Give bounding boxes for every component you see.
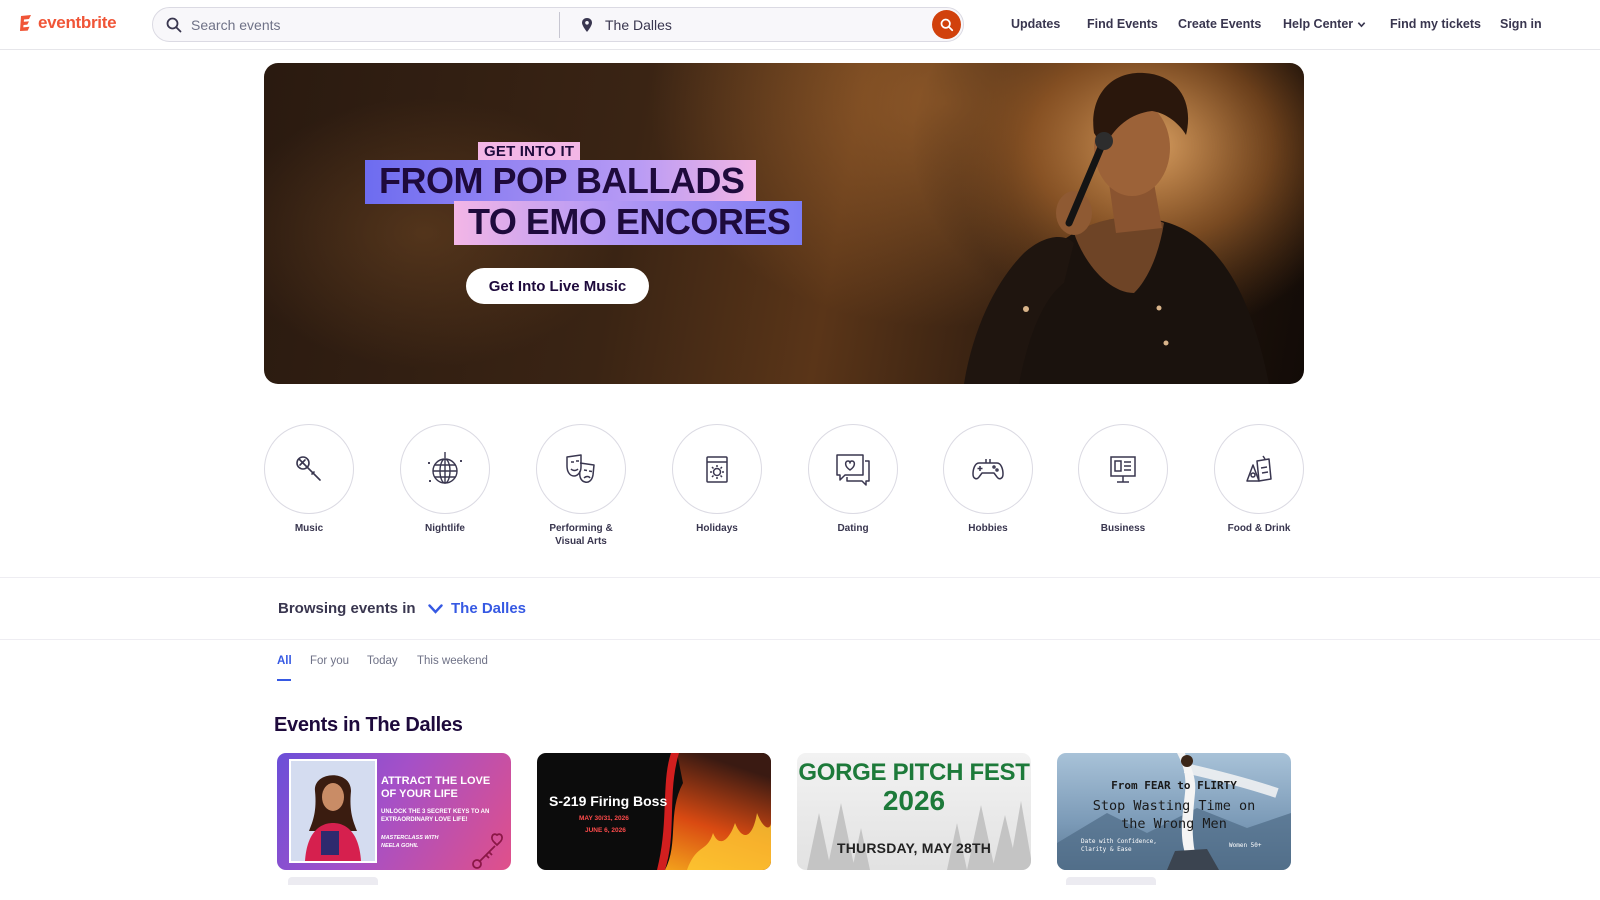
presentation-board-icon [1110, 456, 1136, 483]
location-input[interactable] [605, 16, 905, 34]
category-label: Holidays [696, 523, 738, 534]
category-performing-visual-arts[interactable]: Performing & Visual Arts [536, 424, 626, 548]
category-nightlife-circle [400, 424, 490, 514]
event-card-photo [289, 759, 377, 863]
event-card-gorge-pitch-fest[interactable]: GORGE PITCH FEST 2026 THURSDAY, MAY 28TH [797, 753, 1031, 870]
event-card-tag-stub [288, 877, 378, 885]
chevron-down-icon [1357, 22, 1366, 28]
singer-photo [904, 63, 1304, 384]
browsing-label: Browsing events in [278, 600, 416, 617]
event-card-tag-stub [1066, 877, 1156, 885]
category-dating[interactable]: Dating [808, 424, 898, 535]
event-card-subtitle: UNLOCK THE 3 SECRET KEYS TO AN EXTRAORDI… [381, 809, 490, 823]
events-section-title: Events in The Dalles [274, 714, 463, 736]
category-business-circle [1078, 424, 1168, 514]
search-bar [152, 7, 964, 42]
drinks-icon [1246, 455, 1272, 482]
event-card-headline: Stop Wasting Time on [1092, 798, 1256, 814]
event-card-title: ATTRACT THE LOVE OF YOUR LIFE [381, 775, 491, 800]
theater-masks-icon [566, 454, 595, 483]
category-holidays-circle [672, 424, 762, 514]
event-card-love-masterclass[interactable]: ATTRACT THE LOVE OF YOUR LIFE UNLOCK THE… [277, 753, 511, 870]
location-pin-icon [582, 18, 592, 32]
category-food-drink[interactable]: Food & Drink [1214, 424, 1304, 535]
hero-headline-line2: TO EMO ENCORES [454, 201, 803, 245]
event-card-date: JUNE 6, 2026 [585, 827, 626, 834]
category-label: Performing & Visual Arts [549, 523, 613, 547]
chevron-down-icon [428, 603, 443, 614]
category-label: Business [1100, 523, 1146, 534]
nav-help-center-label: Help Center [1283, 17, 1354, 31]
search-button[interactable] [932, 10, 961, 39]
event-card-audience: Women 50+ [1229, 842, 1262, 849]
tab-all[interactable]: All [277, 655, 292, 667]
eventbrite-logo-icon [20, 15, 31, 31]
category-music-circle [264, 424, 354, 514]
nav-find-events[interactable]: Find Events [1087, 17, 1158, 31]
top-header: eventbrite Updates Find Events Create Ev… [0, 0, 1600, 50]
category-holidays[interactable]: Holidays [672, 424, 762, 535]
search-icon [166, 17, 182, 33]
category-hobbies[interactable]: Hobbies [943, 424, 1033, 535]
search-icon [940, 18, 953, 31]
speaker-photo [291, 761, 375, 861]
category-business[interactable]: Business [1078, 424, 1168, 535]
event-card-title: S-219 Firing Boss [549, 793, 668, 809]
get-into-live-music-button[interactable]: Get Into Live Music [466, 268, 649, 304]
tab-today[interactable]: Today [367, 655, 398, 667]
category-music[interactable]: Music [264, 424, 354, 535]
event-card-fear-to-flirty[interactable]: From FEAR to FLIRTY Stop Wasting Time on… [1057, 753, 1291, 870]
eventbrite-logo[interactable]: eventbrite [18, 13, 117, 33]
category-label: Music [294, 523, 324, 534]
section-divider [0, 639, 1600, 640]
wildfire-photo [657, 753, 771, 870]
category-arts-circle [536, 424, 626, 514]
event-card-title: GORGE PITCH FEST [798, 759, 1030, 786]
category-label: Hobbies [968, 523, 1008, 534]
tab-this-weekend[interactable]: This weekend [417, 655, 488, 667]
category-label: Dating [837, 523, 869, 534]
chat-heart-icon [836, 454, 870, 486]
browse-location-text: The Dalles [451, 600, 527, 617]
event-card-headline: the Wrong Men [1121, 816, 1227, 832]
category-dating-circle [808, 424, 898, 514]
category-food-drink-circle [1214, 424, 1304, 514]
search-input[interactable] [191, 16, 551, 34]
calendar-sun-icon [706, 456, 728, 483]
game-controller-icon [972, 459, 1004, 480]
category-label: Nightlife [425, 523, 465, 534]
search-divider [559, 12, 560, 38]
event-card-note: Date with Confidence, Clarity & Ease [1081, 838, 1157, 853]
nav-updates[interactable]: Updates [1011, 17, 1060, 31]
hero-headline-line1: FROM POP BALLADS [365, 160, 757, 204]
event-card-date: THURSDAY, MAY 28TH [836, 840, 992, 856]
nav-sign-in[interactable]: Sign in [1500, 17, 1542, 31]
disco-ball-icon [428, 452, 462, 484]
event-card-date: MAY 30/31, 2026 [579, 815, 629, 822]
category-nightlife[interactable]: Nightlife [400, 424, 490, 535]
nav-help-center[interactable]: Help Center [1283, 17, 1366, 31]
microphone-icon [296, 456, 321, 481]
event-card-title: From FEAR to FLIRTY [1111, 779, 1237, 792]
nav-find-my-tickets[interactable]: Find my tickets [1390, 17, 1481, 31]
event-card-footer: MASTERCLASS WITH NEELA GOHIL [381, 835, 439, 849]
logo-text: eventbrite [38, 13, 117, 32]
category-hobbies-circle [943, 424, 1033, 514]
category-label: Food & Drink [1227, 523, 1291, 534]
browse-location-dropdown[interactable]: The Dalles [428, 600, 526, 617]
nav-create-events[interactable]: Create Events [1178, 17, 1261, 31]
active-tab-indicator [277, 679, 291, 681]
hero-kicker: GET INTO IT [478, 142, 581, 161]
section-divider [0, 577, 1600, 578]
event-card-firing-boss[interactable]: S-219 Firing Boss MAY 30/31, 2026 JUNE 6… [537, 753, 771, 870]
event-card-year: 2026 [882, 785, 946, 816]
tab-for-you[interactable]: For you [310, 655, 349, 667]
heart-key-icon [472, 833, 503, 869]
hero-banner[interactable]: GET INTO IT FROM POP BALLADS TO EMO ENCO… [264, 63, 1304, 384]
